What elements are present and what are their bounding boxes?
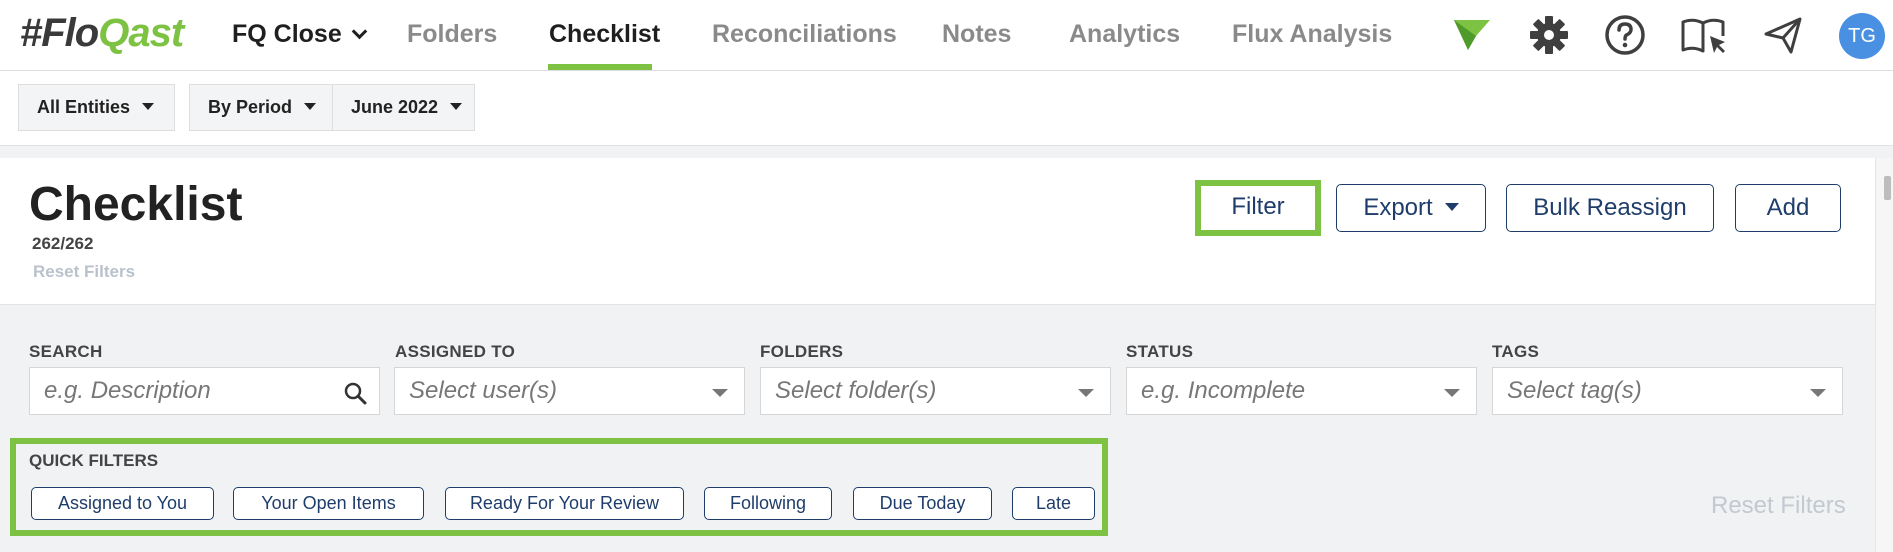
assigned-to-select[interactable]: Select user(s) bbox=[394, 367, 745, 415]
tab-checklist[interactable]: Checklist bbox=[549, 20, 660, 49]
assigned-to-label: ASSIGNED TO bbox=[395, 342, 516, 361]
entities-label: All Entities bbox=[37, 97, 131, 117]
gear-icon[interactable] bbox=[1528, 14, 1570, 56]
entities-dropdown[interactable]: All Entities bbox=[18, 84, 175, 131]
add-button[interactable]: Add bbox=[1735, 184, 1841, 232]
checklist-header: Checklist 262/262 Reset Filters Filter E… bbox=[0, 158, 1875, 305]
page-title: Checklist bbox=[29, 178, 243, 231]
period-mode-dropdown[interactable]: By Period bbox=[189, 84, 333, 131]
caret-down-icon bbox=[1444, 202, 1459, 211]
search-input[interactable]: e.g. Description bbox=[29, 367, 380, 415]
tab-folders[interactable]: Folders bbox=[407, 20, 497, 49]
top-navigation: #FloQast FQ Close Folders Checklist Reco… bbox=[0, 0, 1893, 71]
period-mode-label: By Period bbox=[208, 97, 293, 117]
tab-notes[interactable]: Notes bbox=[942, 20, 1011, 49]
export-button[interactable]: Export bbox=[1336, 184, 1486, 232]
checklist-page: Checklist 262/262 Reset Filters Filter E… bbox=[0, 146, 1893, 552]
scrollbar[interactable] bbox=[1875, 158, 1893, 552]
status-select[interactable]: e.g. Incomplete bbox=[1126, 367, 1477, 415]
user-avatar[interactable]: TG bbox=[1839, 13, 1885, 59]
quick-filter-your-open-items[interactable]: Your Open Items bbox=[233, 487, 424, 520]
item-count: 262/262 bbox=[32, 234, 94, 253]
assigned-to-placeholder: Select user(s) bbox=[409, 377, 558, 404]
chevron-down-icon bbox=[351, 23, 368, 40]
tags-placeholder: Select tag(s) bbox=[1507, 377, 1642, 404]
floqast-logo[interactable]: #FloQast bbox=[20, 11, 184, 56]
scrollbar-thumb[interactable] bbox=[1884, 176, 1891, 200]
tab-reconciliations[interactable]: Reconciliations bbox=[712, 20, 897, 49]
tags-label: TAGS bbox=[1492, 342, 1540, 361]
caret-down-icon bbox=[1810, 389, 1826, 397]
tab-analytics[interactable]: Analytics bbox=[1069, 20, 1180, 49]
quick-filter-ready-for-review[interactable]: Ready For Your Review bbox=[445, 487, 684, 520]
period-bar: All Entities By Period June 2022 bbox=[0, 71, 1893, 146]
folders-placeholder: Select folder(s) bbox=[775, 377, 937, 404]
search-icon[interactable] bbox=[343, 381, 367, 405]
export-label: Export bbox=[1363, 194, 1433, 221]
bulk-reassign-button[interactable]: Bulk Reassign bbox=[1506, 184, 1714, 232]
filter-button[interactable]: Filter bbox=[1201, 186, 1315, 230]
quick-filter-assigned-to-you[interactable]: Assigned to You bbox=[31, 487, 214, 520]
quick-filter-late[interactable]: Late bbox=[1012, 487, 1095, 520]
status-label: STATUS bbox=[1126, 342, 1194, 361]
guide-book-icon[interactable] bbox=[1680, 14, 1728, 56]
period-dropdown[interactable]: June 2022 bbox=[332, 84, 475, 131]
reset-filters-button[interactable]: Reset Filters bbox=[1711, 492, 1846, 520]
help-icon[interactable] bbox=[1604, 14, 1646, 56]
folders-select[interactable]: Select folder(s) bbox=[760, 367, 1111, 415]
quick-filters-label: QUICK FILTERS bbox=[29, 451, 159, 470]
caret-down-icon bbox=[1078, 389, 1094, 397]
workspace-selector[interactable]: FQ Close bbox=[232, 20, 368, 49]
tab-flux-analysis[interactable]: Flux Analysis bbox=[1232, 20, 1392, 49]
brand-flag-icon[interactable] bbox=[1450, 14, 1492, 56]
period-label: June 2022 bbox=[351, 97, 439, 117]
search-label: SEARCH bbox=[29, 342, 103, 361]
workspace-label: FQ Close bbox=[232, 20, 342, 48]
status-placeholder: e.g. Incomplete bbox=[1141, 377, 1306, 404]
caret-down-icon bbox=[304, 102, 317, 110]
search-placeholder: e.g. Description bbox=[44, 377, 211, 404]
reset-filters-link[interactable]: Reset Filters bbox=[33, 262, 135, 282]
tags-select[interactable]: Select tag(s) bbox=[1492, 367, 1843, 415]
quick-filter-following[interactable]: Following bbox=[704, 487, 832, 520]
folders-label: FOLDERS bbox=[760, 342, 844, 361]
quick-filter-due-today[interactable]: Due Today bbox=[853, 487, 992, 520]
caret-down-icon bbox=[712, 389, 728, 397]
active-tab-indicator bbox=[548, 64, 652, 70]
caret-down-icon bbox=[1444, 389, 1460, 397]
caret-down-icon bbox=[142, 102, 155, 110]
send-icon[interactable] bbox=[1762, 14, 1804, 56]
caret-down-icon bbox=[450, 102, 463, 110]
